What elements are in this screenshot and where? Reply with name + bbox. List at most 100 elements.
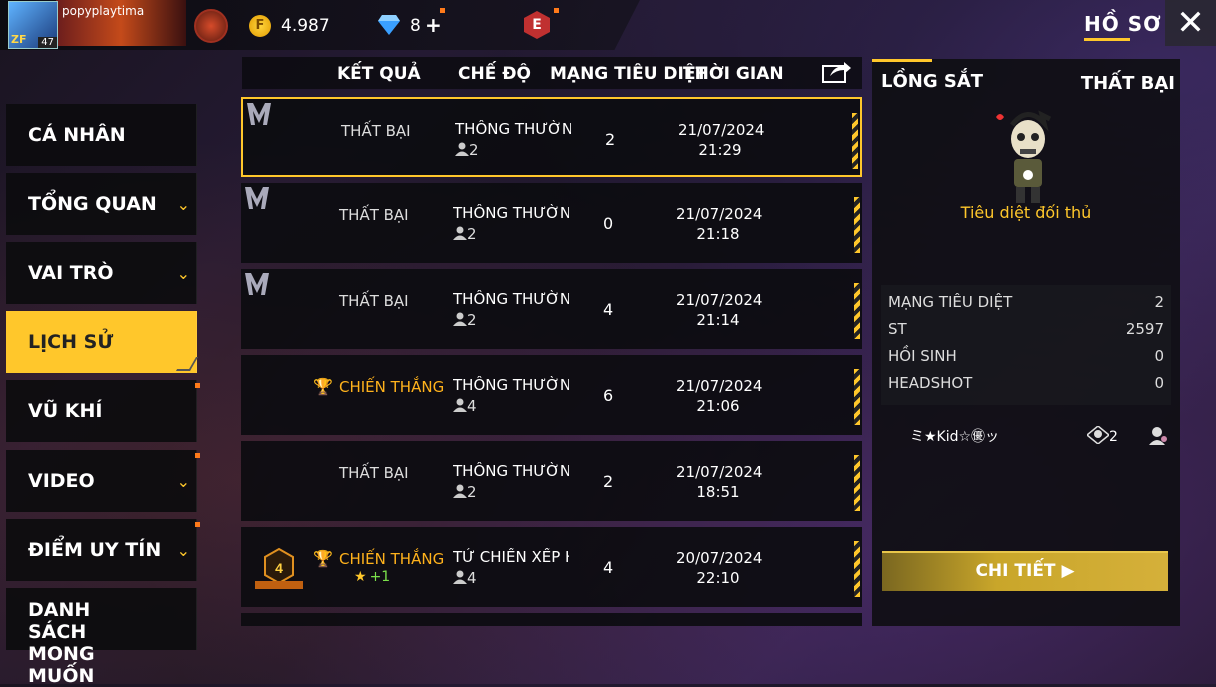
table-row[interactable]: 🏆 CHIẾN THẮNG THÔNG THƯỜNG-T 4 6 21/07/2… (241, 355, 862, 435)
star-icon: ★ (354, 569, 367, 585)
teammate-name: ミ★Kid☆㊝ッ (910, 429, 1000, 445)
sidebar-item-label: TỔNG QUAN (28, 193, 157, 215)
table-row[interactable]: THẤT BẠI THÔNG THƯỜNG-I 2 4 21/07/2024 2… (241, 269, 862, 349)
player-count-value: 4 (467, 569, 477, 587)
rank-badge-icon (245, 273, 269, 295)
username: popyplaytima (62, 4, 145, 18)
table-row[interactable]: 4 🏆 CHIẾN THẮNG ★+1 TỬ CHIẾN XẾP HẠ 4 4 … (241, 527, 862, 607)
stat-kills: MẠNG TIÊU DIỆT 2 (888, 293, 1164, 311)
table-row[interactable]: THẤT BẠI THÔNG THƯỜNG-I 2 2 21/07/2024 2… (241, 97, 862, 177)
match-mode: THÔNG THƯỜNG-T (453, 376, 569, 394)
sidebar-item-label: VŨ KHÍ (28, 400, 103, 422)
detail-button-label: CHI TIẾT ▶ (975, 561, 1075, 581)
stat-label: HỒI SINH (888, 347, 957, 365)
close-icon[interactable]: ✕ (1165, 0, 1216, 46)
player-count-value: 4 (467, 397, 477, 415)
match-mode: THÔNG THƯỜNG-I (455, 120, 571, 138)
match-time: 18:51 (696, 483, 740, 501)
topup-plus[interactable]: + (425, 13, 442, 37)
booyah-badge-icon: 4 (255, 547, 303, 589)
match-result: CHIẾN THẮNG (339, 378, 445, 396)
column-header-result: KẾT QUẢ (337, 64, 421, 84)
sidebar-item-roles[interactable]: VAI TRÒ ⌄ (6, 242, 197, 304)
match-result: THẤT BẠI (339, 206, 409, 224)
teammate-kills: 2 (1087, 426, 1118, 445)
stat-damage: ST 2597 (888, 320, 1164, 338)
stat-value: 0 (1154, 347, 1164, 365)
table-row[interactable]: THẤT BẠI THÔNG THƯỜNG-I 2 0 21/07/2024 2… (241, 183, 862, 263)
tab-underline (1084, 38, 1130, 41)
match-result: THẤT BẠI (341, 122, 411, 140)
player-count-value: 2 (469, 141, 479, 159)
gold-amount: 4.987 (281, 16, 330, 36)
person-icon (453, 484, 467, 498)
match-date: 21/07/2024 (678, 121, 765, 139)
chevron-down-icon: ⌄ (176, 541, 190, 560)
corner-mark (175, 357, 199, 371)
match-result: THẤT BẠI (339, 464, 409, 482)
sidebar-item-personal[interactable]: CÁ NHÂN (6, 104, 197, 166)
match-date: 21/07/2024 (676, 463, 763, 481)
sidebar-item-label: VAI TRÒ (28, 262, 114, 284)
hazard-stripe (854, 197, 860, 253)
person-icon (453, 312, 467, 326)
trophy-icon: 🏆 (313, 549, 333, 568)
sidebar-item-weapons[interactable]: VŨ KHÍ (6, 380, 197, 442)
sidebar-item-reputation[interactable]: ĐIỂM UY TÍN ⌄ (6, 519, 197, 581)
column-header-mode: CHẾ ĐỘ (458, 64, 531, 84)
sidebar-item-wishlist[interactable]: DANH SÁCH MONG MUỐN (6, 588, 197, 687)
detail-button[interactable]: CHI TIẾT ▶ (882, 551, 1168, 591)
stat-label: MẠNG TIÊU DIỆT (888, 293, 1013, 311)
kill-count: 4 (603, 300, 614, 319)
stat-value: 2 (1154, 293, 1164, 311)
character-avatar (996, 110, 1052, 203)
stat-revives: HỒI SINH 0 (888, 347, 1164, 365)
detail-mode: LỒNG SẮT (881, 71, 984, 92)
sidebar-item-overview[interactable]: TỔNG QUAN ⌄ (6, 173, 197, 235)
match-result: THẤT BẠI (339, 292, 409, 310)
match-time: 21:14 (696, 311, 740, 329)
table-row[interactable]: THẤT BẠI THÔNG THƯỜNG-I 2 2 21/07/2024 1… (241, 441, 862, 521)
share-icon[interactable] (822, 60, 852, 84)
person-icon (455, 142, 469, 156)
avatar[interactable]: ZF 47 (8, 1, 58, 49)
sidebar-item-label: CÁ NHÂN (28, 124, 126, 146)
add-friend-icon[interactable] (1148, 425, 1168, 445)
ranking-star: ★ +1 (354, 569, 390, 585)
match-time: 22:10 (696, 569, 740, 587)
player-count-value: 2 (467, 225, 477, 243)
sidebar-item-label: ĐIỂM UY TÍN (28, 539, 162, 561)
kill-count: 4 (603, 558, 614, 577)
hazard-stripe (854, 455, 860, 511)
chevron-down-icon: ⌄ (176, 195, 190, 214)
rank-icon[interactable] (194, 9, 228, 43)
sidebar-item-label: LỊCH SỬ (28, 331, 114, 353)
star-gain: +1 (369, 569, 391, 585)
rank-badge-icon (247, 103, 271, 125)
skull-icon (1087, 426, 1109, 444)
match-mode: TỬ CHIẾN XẾP HẠ (453, 548, 569, 566)
table-row[interactable] (241, 613, 862, 626)
player-count: 2 (453, 483, 477, 501)
stats-box[interactable]: MẠNG TIÊU DIỆT 2 ST 2597 HỒI SINH 0 HEAD… (881, 285, 1171, 405)
match-mode: THÔNG THƯỜNG-I (453, 462, 569, 480)
tab-profile[interactable]: HỒ SƠ (1084, 12, 1162, 36)
player-count: 4 (453, 569, 477, 587)
detail-button-text: CHI TIẾT (975, 561, 1056, 581)
stat-label: ST (888, 320, 907, 338)
match-result: CHIẾN THẮNG (339, 550, 445, 568)
level-badge: 47 (38, 37, 57, 48)
rank-badge-icon (245, 187, 269, 209)
sidebar-item-video[interactable]: VIDEO ⌄ (6, 450, 197, 512)
kill-count: 0 (603, 214, 614, 233)
kill-count: 6 (603, 386, 614, 405)
player-count-value: 2 (467, 483, 477, 501)
sidebar-item-history[interactable]: LỊCH SỬ (6, 311, 199, 373)
player-count: 2 (453, 311, 477, 329)
person-icon (453, 226, 467, 240)
match-date: 21/07/2024 (676, 205, 763, 223)
person-icon (453, 570, 467, 584)
notification-dot (195, 522, 200, 527)
notification-dot (440, 8, 445, 13)
hazard-stripe (854, 541, 860, 597)
